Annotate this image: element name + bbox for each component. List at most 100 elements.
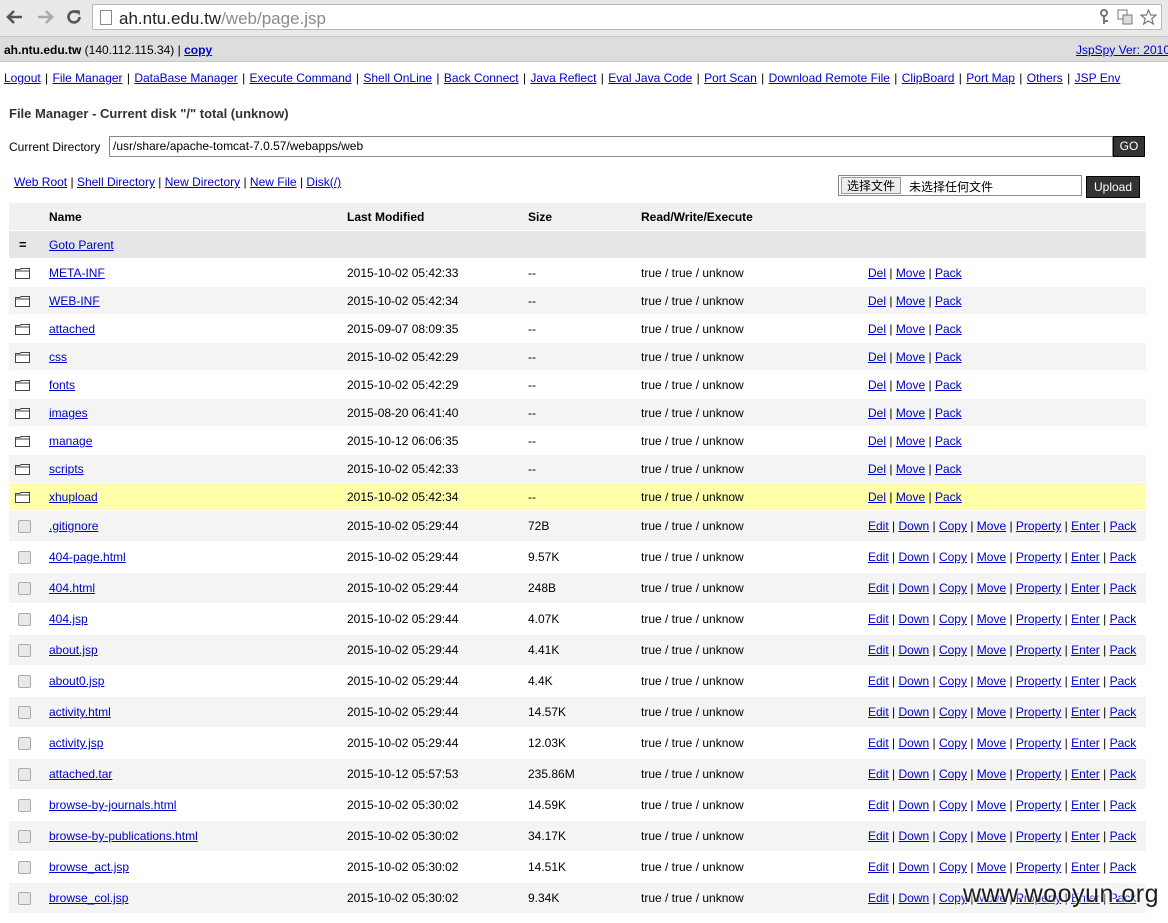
- checkbox-icon[interactable]: [18, 520, 31, 534]
- property-link[interactable]: Property: [1016, 705, 1061, 719]
- pack-link[interactable]: Pack: [935, 378, 962, 392]
- file-checkbox[interactable]: [15, 759, 31, 790]
- menu-item-eval-java-code[interactable]: Eval Java Code: [608, 71, 692, 85]
- checkbox-icon[interactable]: [18, 892, 31, 906]
- copy-link[interactable]: Copy: [939, 705, 967, 719]
- pack-link[interactable]: Pack: [1110, 550, 1137, 564]
- pack-link[interactable]: Pack: [1110, 519, 1137, 533]
- edit-link[interactable]: Edit: [868, 860, 889, 874]
- back-arrow-icon[interactable]: [4, 6, 26, 28]
- upload-button[interactable]: Upload: [1086, 176, 1140, 198]
- folder-name-link[interactable]: WEB-INF: [49, 287, 100, 315]
- file-checkbox[interactable]: [15, 511, 31, 542]
- enter-link[interactable]: Enter: [1071, 581, 1100, 595]
- down-link[interactable]: Down: [898, 705, 929, 719]
- menu-item-others[interactable]: Others: [1027, 71, 1063, 85]
- edit-link[interactable]: Edit: [868, 705, 889, 719]
- enter-link[interactable]: Enter: [1071, 798, 1100, 812]
- choose-file-button[interactable]: 选择文件: [841, 177, 902, 194]
- checkbox-icon[interactable]: [18, 613, 31, 627]
- edit-link[interactable]: Edit: [868, 643, 889, 657]
- copy-link[interactable]: Copy: [939, 767, 967, 781]
- checkbox-icon[interactable]: [18, 706, 31, 720]
- file-name-link[interactable]: 404-page.html: [49, 542, 126, 573]
- property-link[interactable]: Property: [1016, 798, 1061, 812]
- move-link[interactable]: Move: [896, 322, 925, 336]
- del-link[interactable]: Del: [868, 350, 886, 364]
- move-link[interactable]: Move: [896, 462, 925, 476]
- del-link[interactable]: Del: [868, 434, 886, 448]
- edit-link[interactable]: Edit: [868, 550, 889, 564]
- file-name-link[interactable]: browse_act.jsp: [49, 852, 129, 883]
- file-name-link[interactable]: activity.html: [49, 697, 111, 728]
- menu-item-java-reflect[interactable]: Java Reflect: [530, 71, 596, 85]
- down-link[interactable]: Down: [898, 550, 929, 564]
- pack-link[interactable]: Pack: [935, 322, 962, 336]
- file-checkbox[interactable]: [15, 852, 31, 883]
- file-name-link[interactable]: attached.tar: [49, 759, 112, 790]
- enter-link[interactable]: Enter: [1071, 550, 1100, 564]
- down-link[interactable]: Down: [898, 612, 929, 626]
- address-bar[interactable]: ah.ntu.edu.tw/web/page.jsp: [92, 4, 1162, 30]
- down-link[interactable]: Down: [898, 860, 929, 874]
- down-link[interactable]: Down: [898, 581, 929, 595]
- pack-link[interactable]: Pack: [1110, 798, 1137, 812]
- file-checkbox[interactable]: [15, 604, 31, 635]
- pack-link[interactable]: Pack: [1110, 829, 1137, 843]
- copy-link[interactable]: Copy: [939, 643, 967, 657]
- edit-link[interactable]: Edit: [868, 891, 889, 905]
- down-link[interactable]: Down: [898, 674, 929, 688]
- folder-name-link[interactable]: manage: [49, 427, 92, 455]
- pack-link[interactable]: Pack: [1110, 705, 1137, 719]
- edit-link[interactable]: Edit: [868, 829, 889, 843]
- goto-parent-link[interactable]: Goto Parent: [49, 231, 114, 259]
- enter-link[interactable]: Enter: [1071, 643, 1100, 657]
- menu-item-jsp-env[interactable]: JSP Env: [1075, 71, 1121, 85]
- enter-link[interactable]: Enter: [1071, 767, 1100, 781]
- property-link[interactable]: Property: [1016, 736, 1061, 750]
- file-checkbox[interactable]: [15, 883, 31, 914]
- reload-icon[interactable]: [63, 6, 85, 28]
- menu-item-port-map[interactable]: Port Map: [966, 71, 1015, 85]
- copy-link[interactable]: Copy: [939, 674, 967, 688]
- down-link[interactable]: Down: [898, 519, 929, 533]
- property-link[interactable]: Property: [1016, 643, 1061, 657]
- down-link[interactable]: Down: [898, 736, 929, 750]
- property-link[interactable]: Property: [1016, 829, 1061, 843]
- down-link[interactable]: Down: [898, 767, 929, 781]
- move-link[interactable]: Move: [977, 767, 1006, 781]
- menu-item-shell-online[interactable]: Shell OnLine: [363, 71, 432, 85]
- copy-link[interactable]: Copy: [939, 736, 967, 750]
- down-link[interactable]: Down: [898, 829, 929, 843]
- pack-link[interactable]: Pack: [1110, 674, 1137, 688]
- move-link[interactable]: Move: [896, 350, 925, 364]
- move-link[interactable]: Move: [977, 550, 1006, 564]
- property-link[interactable]: Property: [1016, 550, 1061, 564]
- file-name-link[interactable]: browse-by-journals.html: [49, 790, 176, 821]
- file-checkbox[interactable]: [15, 542, 31, 573]
- move-link[interactable]: Move: [977, 829, 1006, 843]
- folder-name-link[interactable]: css: [49, 343, 67, 371]
- move-link[interactable]: Move: [977, 705, 1006, 719]
- move-link[interactable]: Move: [977, 643, 1006, 657]
- folder-name-link[interactable]: images: [49, 399, 88, 427]
- enter-link[interactable]: Enter: [1071, 705, 1100, 719]
- enter-link[interactable]: Enter: [1071, 519, 1100, 533]
- file-checkbox[interactable]: [15, 821, 31, 852]
- move-link[interactable]: Move: [977, 674, 1006, 688]
- file-name-link[interactable]: about0.jsp: [49, 666, 104, 697]
- file-checkbox[interactable]: [15, 790, 31, 821]
- edit-link[interactable]: Edit: [868, 674, 889, 688]
- copy-link[interactable]: Copy: [939, 829, 967, 843]
- file-name-link[interactable]: activity.jsp: [49, 728, 103, 759]
- menu-item-logout[interactable]: Logout: [4, 71, 41, 85]
- pack-link[interactable]: Pack: [1110, 860, 1137, 874]
- enter-link[interactable]: Enter: [1071, 860, 1100, 874]
- folder-name-link[interactable]: xhupload: [49, 483, 98, 511]
- checkbox-icon[interactable]: [18, 551, 31, 565]
- copy-link[interactable]: Copy: [939, 612, 967, 626]
- tool-link-new-directory[interactable]: New Directory: [165, 175, 240, 189]
- edit-link[interactable]: Edit: [868, 798, 889, 812]
- file-name-link[interactable]: browse_col.jsp: [49, 883, 128, 914]
- pack-link[interactable]: Pack: [935, 350, 962, 364]
